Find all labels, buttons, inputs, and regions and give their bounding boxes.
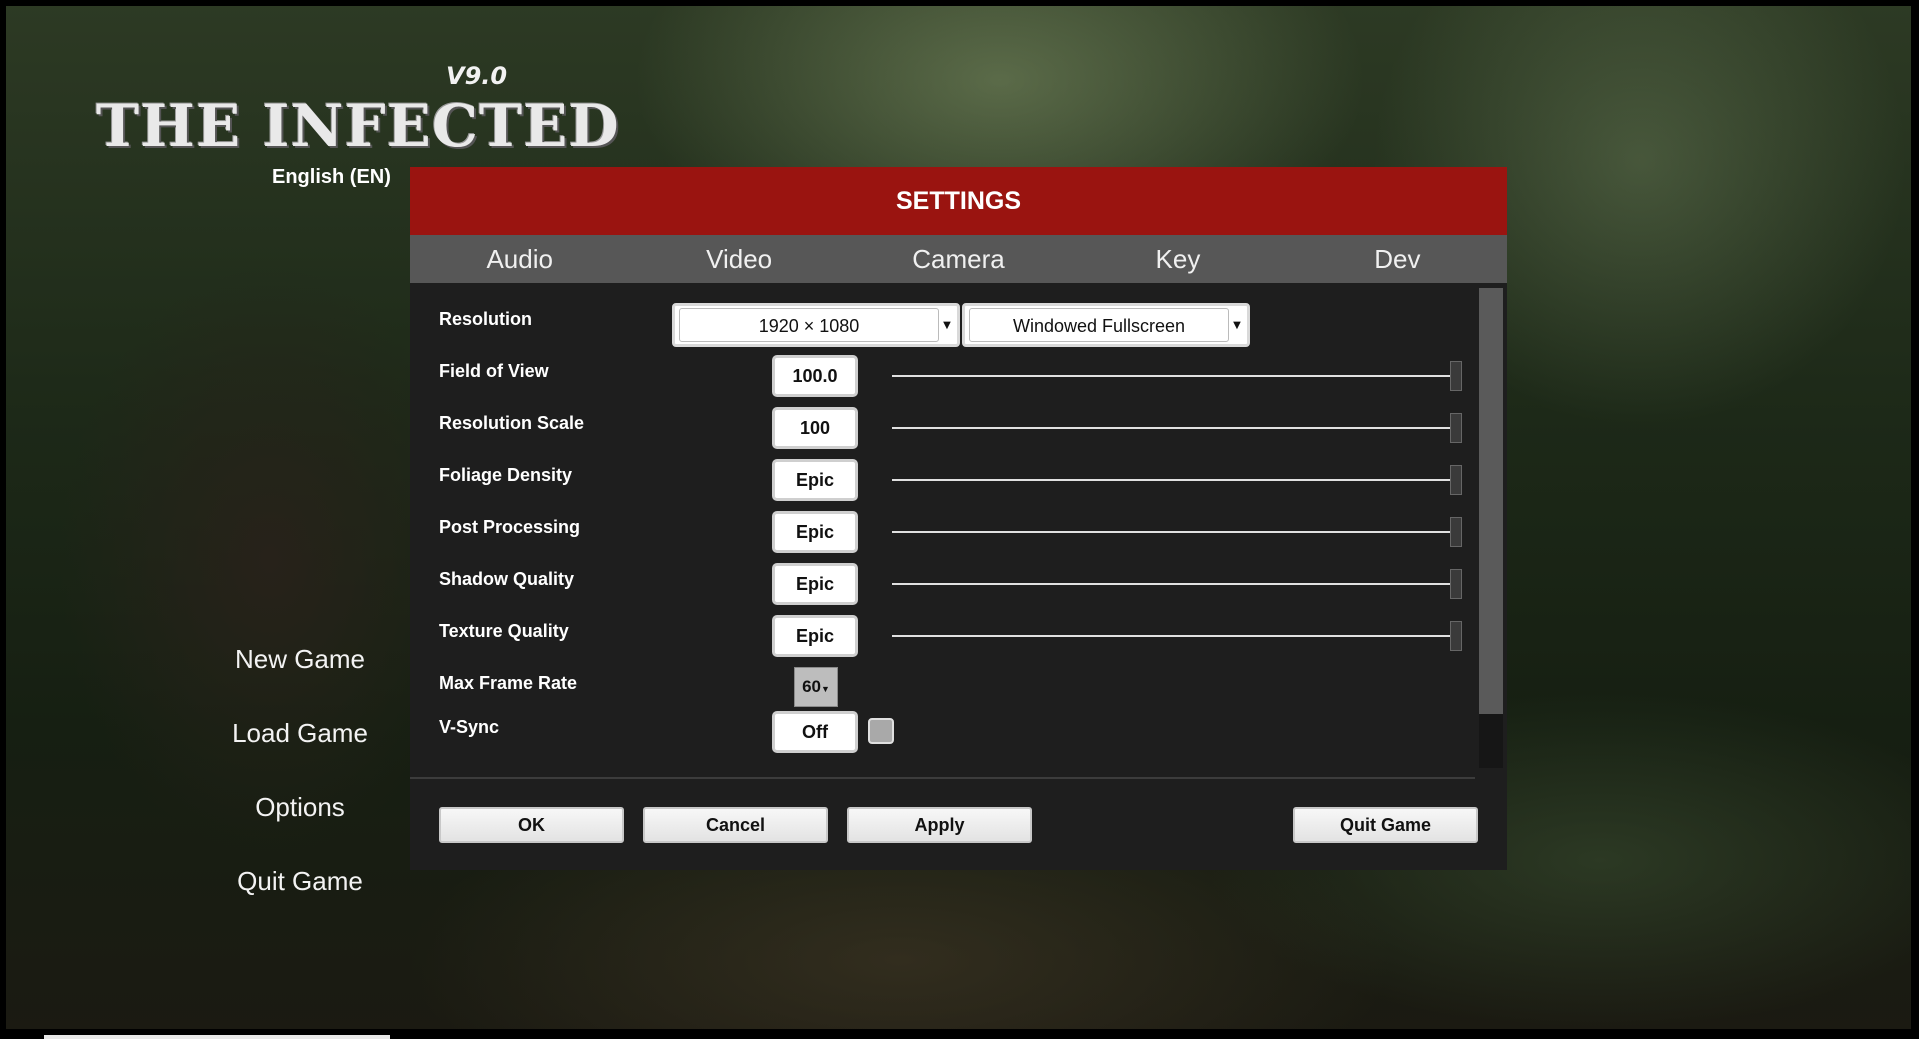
- vsync-row: V-Sync Off: [410, 711, 1470, 763]
- shadow-quality-slider[interactable]: [882, 563, 1462, 605]
- slider-row-resolution-scale: Resolution Scale 100: [410, 407, 1470, 459]
- settings-title: SETTINGS: [410, 167, 1507, 235]
- texture-quality-label: Texture Quality: [439, 621, 569, 641]
- resolution-label: Resolution: [439, 309, 532, 329]
- resolution-row: Resolution 1920 × 1080 ▼ Windowed Fullsc…: [410, 303, 1470, 355]
- scrollbar-thumb[interactable]: [1479, 288, 1503, 714]
- game-version: V9.0: [446, 62, 508, 90]
- window-mode-value: Windowed Fullscreen: [969, 308, 1229, 342]
- max-frame-rate-value: 60: [802, 677, 821, 696]
- max-frame-rate-label: Max Frame Rate: [439, 673, 578, 693]
- resolution-dropdown[interactable]: 1920 × 1080 ▼: [672, 303, 960, 347]
- settings-scrollbar[interactable]: [1479, 288, 1503, 768]
- slider-thumb[interactable]: [1450, 517, 1462, 547]
- chevron-down-icon: ▼: [1233, 320, 1241, 331]
- resolution-value: 1920 × 1080: [679, 308, 939, 342]
- vsync-checkbox[interactable]: [868, 718, 894, 744]
- chevron-down-icon: ▼: [821, 684, 830, 694]
- slider-thumb[interactable]: [1450, 569, 1462, 599]
- texture-quality-value[interactable]: Epic: [772, 615, 858, 657]
- cancel-button[interactable]: Cancel: [643, 807, 828, 843]
- apply-button[interactable]: Apply: [847, 807, 1032, 843]
- vsync-value: Off: [772, 711, 858, 753]
- resolution-scale-label: Resolution Scale: [439, 413, 585, 433]
- field-of-view-label: Field of View: [439, 361, 549, 381]
- slider-thumb[interactable]: [1450, 465, 1462, 495]
- main-menu: New Game Load Game Options Quit Game: [200, 635, 400, 931]
- slider-thumb[interactable]: [1450, 413, 1462, 443]
- slider-row-post-processing: Post Processing Epic: [410, 511, 1470, 563]
- new-game-button[interactable]: New Game: [200, 635, 400, 709]
- texture-quality-slider[interactable]: [882, 615, 1462, 657]
- footer-divider: [410, 777, 1475, 779]
- video-settings-list: Resolution 1920 × 1080 ▼ Windowed Fullsc…: [410, 283, 1507, 779]
- shadow-quality-label: Shadow Quality: [439, 569, 575, 589]
- settings-footer: OK Cancel Apply Quit Game: [410, 781, 1507, 870]
- slider-track: [892, 531, 1452, 533]
- tab-dev[interactable]: Dev: [1288, 235, 1507, 283]
- resolution-scale-value[interactable]: 100: [772, 407, 858, 449]
- quit-game-button[interactable]: Quit Game: [1293, 807, 1478, 843]
- load-game-button[interactable]: Load Game: [200, 709, 400, 783]
- chevron-down-icon: ▼: [943, 320, 951, 331]
- post-processing-label: Post Processing: [439, 517, 581, 537]
- slider-row-shadow-quality: Shadow Quality Epic: [410, 563, 1470, 615]
- resolution-scale-slider[interactable]: [882, 407, 1462, 449]
- bottom-edge-strip: [44, 1035, 390, 1039]
- field-of-view-slider[interactable]: [882, 355, 1462, 397]
- tab-audio[interactable]: Audio: [410, 235, 629, 283]
- tab-key[interactable]: Key: [1068, 235, 1287, 283]
- tab-camera[interactable]: Camera: [849, 235, 1068, 283]
- settings-panel: SETTINGS Audio Video Camera Key Dev Reso…: [410, 167, 1507, 870]
- options-button[interactable]: Options: [200, 783, 400, 857]
- slider-row-field-of-view: Field of View 100.0: [410, 355, 1470, 407]
- slider-thumb[interactable]: [1450, 361, 1462, 391]
- slider-track: [892, 635, 1452, 637]
- quit-game-menu-button[interactable]: Quit Game: [200, 857, 400, 931]
- post-processing-slider[interactable]: [882, 511, 1462, 553]
- foliage-density-value[interactable]: Epic: [772, 459, 858, 501]
- shadow-quality-value[interactable]: Epic: [772, 563, 858, 605]
- ok-button[interactable]: OK: [439, 807, 624, 843]
- slider-row-texture-quality: Texture Quality Epic: [410, 615, 1470, 667]
- slider-thumb[interactable]: [1450, 621, 1462, 651]
- post-processing-value[interactable]: Epic: [772, 511, 858, 553]
- foliage-density-slider[interactable]: [882, 459, 1462, 501]
- tab-video[interactable]: Video: [629, 235, 848, 283]
- field-of-view-value[interactable]: 100.0: [772, 355, 858, 397]
- settings-tabs: Audio Video Camera Key Dev: [410, 235, 1507, 283]
- vsync-label: V-Sync: [439, 717, 500, 737]
- slider-track: [892, 479, 1452, 481]
- slider-track: [892, 427, 1452, 429]
- language-selector[interactable]: English (EN): [272, 166, 391, 189]
- slider-row-foliage-density: Foliage Density Epic: [410, 459, 1470, 511]
- game-logo-title: THE INFECTED: [96, 92, 620, 160]
- window-mode-dropdown[interactable]: Windowed Fullscreen ▼: [962, 303, 1250, 347]
- slider-track: [892, 583, 1452, 585]
- max-frame-rate-dropdown[interactable]: 60▼: [794, 667, 838, 707]
- slider-track: [892, 375, 1452, 377]
- foliage-density-label: Foliage Density: [439, 465, 573, 485]
